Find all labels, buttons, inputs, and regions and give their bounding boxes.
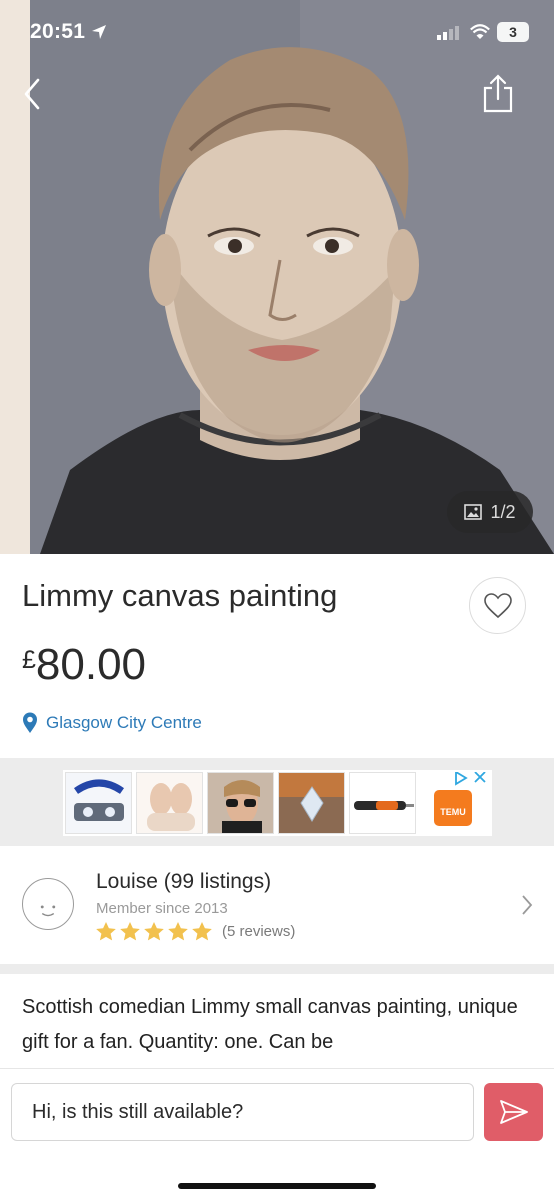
ad-product-rotary-tool[interactable] <box>349 772 416 834</box>
review-count: (5 reviews) <box>222 923 296 940</box>
ad-product-insoles[interactable] <box>136 772 203 834</box>
location-text: Glasgow City Centre <box>46 713 202 732</box>
battery-indicator: 3 <box>497 22 529 42</box>
ad-choices-icon[interactable] <box>453 772 469 786</box>
temu-logo: TEMU <box>434 790 472 826</box>
share-icon[interactable] <box>480 74 516 114</box>
listing-description: Scottish comedian Limmy small canvas pai… <box>22 996 518 1053</box>
ad-product-sunglasses[interactable] <box>207 772 274 834</box>
star-icon <box>120 922 140 941</box>
chevron-right-icon[interactable] <box>520 894 534 916</box>
star-icon <box>96 922 116 941</box>
back-chevron-icon[interactable] <box>18 74 48 114</box>
listing-title: Limmy canvas painting <box>22 578 338 613</box>
close-icon[interactable] <box>473 772 487 784</box>
seller-name: Louise (99 listings) <box>96 870 272 893</box>
star-icon <box>168 922 188 941</box>
price-currency: £ <box>22 646 36 674</box>
star-icon <box>192 922 212 941</box>
ad-banner[interactable]: TEMU <box>0 758 554 846</box>
member-since: Member since 2013 <box>96 900 228 917</box>
photo-counter: 1/2 <box>447 491 533 533</box>
listing-price: £80.00 <box>22 640 146 690</box>
star-icon <box>144 922 164 941</box>
ad-content[interactable]: TEMU <box>63 770 492 836</box>
location-pin-icon <box>23 712 37 733</box>
photo-counter-text: 1/2 <box>490 501 516 522</box>
painting-image <box>0 0 554 554</box>
ad-choices[interactable] <box>453 772 487 786</box>
send-button[interactable] <box>484 1083 543 1141</box>
send-icon <box>499 1100 528 1124</box>
status-bar: 20:51 3 <box>0 0 554 60</box>
wifi-icon <box>470 24 490 39</box>
image-icon <box>464 504 483 520</box>
heart-icon <box>483 592 512 618</box>
favorite-button[interactable] <box>469 577 526 634</box>
message-bar <box>0 1068 554 1200</box>
ad-product-crystal[interactable] <box>278 772 345 834</box>
signal-icon <box>437 26 459 40</box>
section-divider <box>0 964 554 974</box>
price-amount: 80.00 <box>35 640 147 689</box>
location-arrow-icon <box>92 25 106 39</box>
seller-rating: (5 reviews) <box>96 922 295 941</box>
ad-temu[interactable]: TEMU <box>420 772 487 834</box>
ad-product-headlamp[interactable] <box>65 772 132 834</box>
seller-card[interactable]: Louise (99 listings) Member since 2013 (… <box>0 846 554 964</box>
listing-location[interactable]: Glasgow City Centre <box>22 712 202 734</box>
home-indicator <box>178 1183 376 1189</box>
status-time: 20:51 <box>30 20 86 43</box>
message-input[interactable] <box>11 1083 474 1141</box>
avatar <box>22 878 74 930</box>
listing-photo[interactable]: 20:51 3 1/2 <box>0 0 554 554</box>
